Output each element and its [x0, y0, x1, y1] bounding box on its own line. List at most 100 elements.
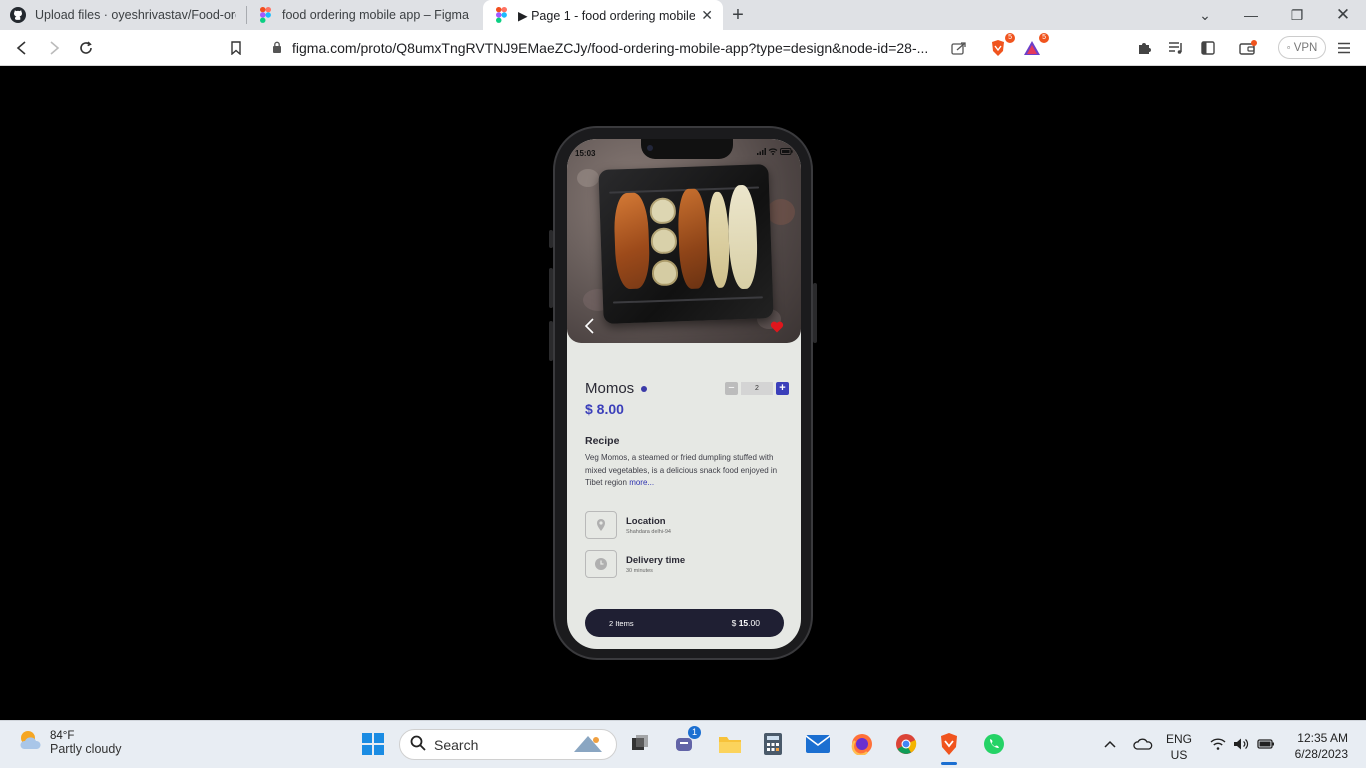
search-highlight-icon: [566, 732, 610, 757]
phone-button: [813, 283, 817, 343]
quantity-value: 2: [741, 382, 773, 395]
reload-icon[interactable]: [74, 36, 98, 60]
wallet-icon[interactable]: [1236, 36, 1260, 60]
tab-figma-prototype-active[interactable]: ▶ Page 1 - food ordering mobile ✕: [483, 0, 723, 30]
cart-items-count: 2 Items: [609, 618, 634, 628]
quantity-stepper: − 2 +: [725, 382, 789, 395]
battery-charging-icon[interactable]: [1254, 732, 1278, 756]
lock-icon: [272, 41, 282, 56]
new-tab-button[interactable]: +: [723, 0, 753, 30]
task-view-icon[interactable]: [628, 732, 652, 756]
forward-icon[interactable]: [42, 36, 66, 60]
onedrive-cloud-icon[interactable]: [1131, 732, 1155, 756]
firefox-icon[interactable]: [850, 732, 874, 756]
chrome-icon[interactable]: [894, 732, 918, 756]
delivery-value: 30 minutes: [626, 567, 653, 574]
weather-widget[interactable]: 84°F Partly cloudy: [18, 729, 122, 756]
vpn-status-icon: ◦: [1286, 41, 1291, 54]
shield-count-badge: 5: [1005, 33, 1015, 43]
vpn-button[interactable]: ◦ VPN: [1278, 36, 1326, 59]
figma-icon: [257, 7, 273, 23]
status-time: 15:03: [575, 149, 596, 158]
phone-button: [549, 230, 553, 248]
favorite-heart-icon[interactable]: [770, 320, 784, 338]
location-label: Location: [626, 515, 666, 527]
browser-tab-strip: Upload files · oyeshrivastav/Food-orde f…: [0, 0, 1366, 30]
wifi-tray-icon[interactable]: [1206, 732, 1230, 756]
fried-momo: [677, 188, 709, 290]
food-image: [567, 139, 801, 343]
steamed-momo: [650, 227, 678, 255]
language-line-2: US: [1170, 748, 1188, 762]
system-clock[interactable]: 12:35 AM 6/28/2023: [1284, 730, 1348, 762]
taskbar-search[interactable]: Search: [399, 729, 617, 760]
share-icon[interactable]: [947, 36, 971, 60]
product-name: Momos: [585, 380, 635, 397]
fried-momo: [613, 192, 651, 290]
active-app-indicator: [941, 762, 957, 765]
weather-temperature: 84°F: [50, 729, 75, 742]
texture-speck: [767, 199, 795, 225]
tab-github-upload[interactable]: Upload files · oyeshrivastav/Food-orde: [0, 0, 246, 30]
restore-icon[interactable]: ❐: [1274, 0, 1320, 30]
sidebar-toggle-icon[interactable]: [1196, 36, 1220, 60]
camera: [647, 145, 653, 151]
dumpling: [726, 184, 759, 290]
phone-frame: 15:03 Momos − 2 + $ 8.00 Recipe Veg Momo…: [549, 126, 817, 660]
minimize-icon[interactable]: —: [1228, 0, 1274, 30]
tab-title: Upload files · oyeshrivastav/Food-orde: [35, 8, 236, 22]
close-tab-icon[interactable]: ✕: [695, 7, 713, 24]
windows-taskbar: 84°F Partly cloudy Search 1 ENG US 12:35…: [0, 720, 1366, 768]
extensions-icon[interactable]: [1132, 36, 1156, 60]
tab-figma-file[interactable]: food ordering mobile app – Figma: [247, 0, 483, 30]
volume-icon[interactable]: [1229, 732, 1253, 756]
phone-button: [549, 321, 553, 361]
brave-shields-icon[interactable]: 5: [986, 33, 1015, 60]
mail-icon[interactable]: [806, 732, 830, 756]
figma-icon: [493, 7, 509, 23]
recipe-heading: Recipe: [585, 435, 620, 447]
url-text: figma.com/proto/Q8umxTngRVTNJ9EMaeZCJy/f…: [292, 40, 929, 56]
language-indicator[interactable]: ENG US: [1166, 731, 1192, 763]
bookmark-icon[interactable]: [224, 36, 248, 60]
app-screen: 15:03 Momos − 2 + $ 8.00 Recipe Veg Momo…: [567, 139, 801, 649]
total-decimal: .00: [748, 618, 760, 628]
clock-time: 12:35 AM: [1297, 731, 1348, 745]
windows-start-icon[interactable]: [361, 732, 385, 756]
location-row: Location Shahdara delhi-94: [585, 511, 671, 539]
texture-speck: [577, 169, 599, 187]
brave-browser-icon[interactable]: [937, 732, 961, 765]
read-more-link[interactable]: more...: [629, 478, 654, 487]
rewards-count-badge: 5: [1039, 33, 1049, 43]
recipe-description: Veg Momos, a steamed or fried dumpling s…: [585, 452, 785, 490]
tab-title: ▶ Page 1 - food ordering mobile: [518, 8, 696, 23]
total-whole: 15: [738, 618, 749, 628]
tab-search-chevron-icon[interactable]: ⌄: [1182, 0, 1228, 30]
prototype-canvas: 15:03 Momos − 2 + $ 8.00 Recipe Veg Momo…: [0, 67, 1366, 720]
clock-date: 6/28/2023: [1294, 747, 1348, 761]
decrease-quantity-button[interactable]: −: [725, 382, 738, 395]
vpn-label: VPN: [1293, 41, 1318, 54]
teams-chat-icon[interactable]: 1: [673, 726, 701, 756]
menu-icon[interactable]: [1332, 36, 1356, 60]
back-arrow-icon[interactable]: [583, 317, 595, 341]
location-value: Shahdara delhi-94: [626, 528, 671, 535]
plate: [598, 164, 774, 324]
brave-rewards-icon[interactable]: 5: [1020, 33, 1049, 60]
window-close-icon[interactable]: ✕: [1320, 0, 1366, 30]
location-pin-icon: [585, 511, 617, 539]
show-hidden-icons-chevron[interactable]: [1098, 732, 1122, 756]
increase-quantity-button[interactable]: +: [776, 382, 789, 395]
cart-summary-button[interactable]: 2 Items $ 15.00: [585, 609, 784, 637]
media-queue-icon[interactable]: [1164, 36, 1188, 60]
whatsapp-icon[interactable]: [982, 732, 1006, 756]
back-icon[interactable]: [10, 36, 34, 60]
github-icon: [10, 7, 26, 23]
address-bar[interactable]: figma.com/proto/Q8umxTngRVTNJ9EMaeZCJy/f…: [258, 34, 976, 62]
tab-title: food ordering mobile app – Figma: [282, 8, 469, 22]
file-explorer-icon[interactable]: [718, 732, 742, 756]
dumpling: [707, 191, 731, 289]
product-title: Momos: [585, 380, 648, 397]
calculator-icon[interactable]: [761, 732, 785, 756]
phone-notch: [641, 139, 733, 159]
